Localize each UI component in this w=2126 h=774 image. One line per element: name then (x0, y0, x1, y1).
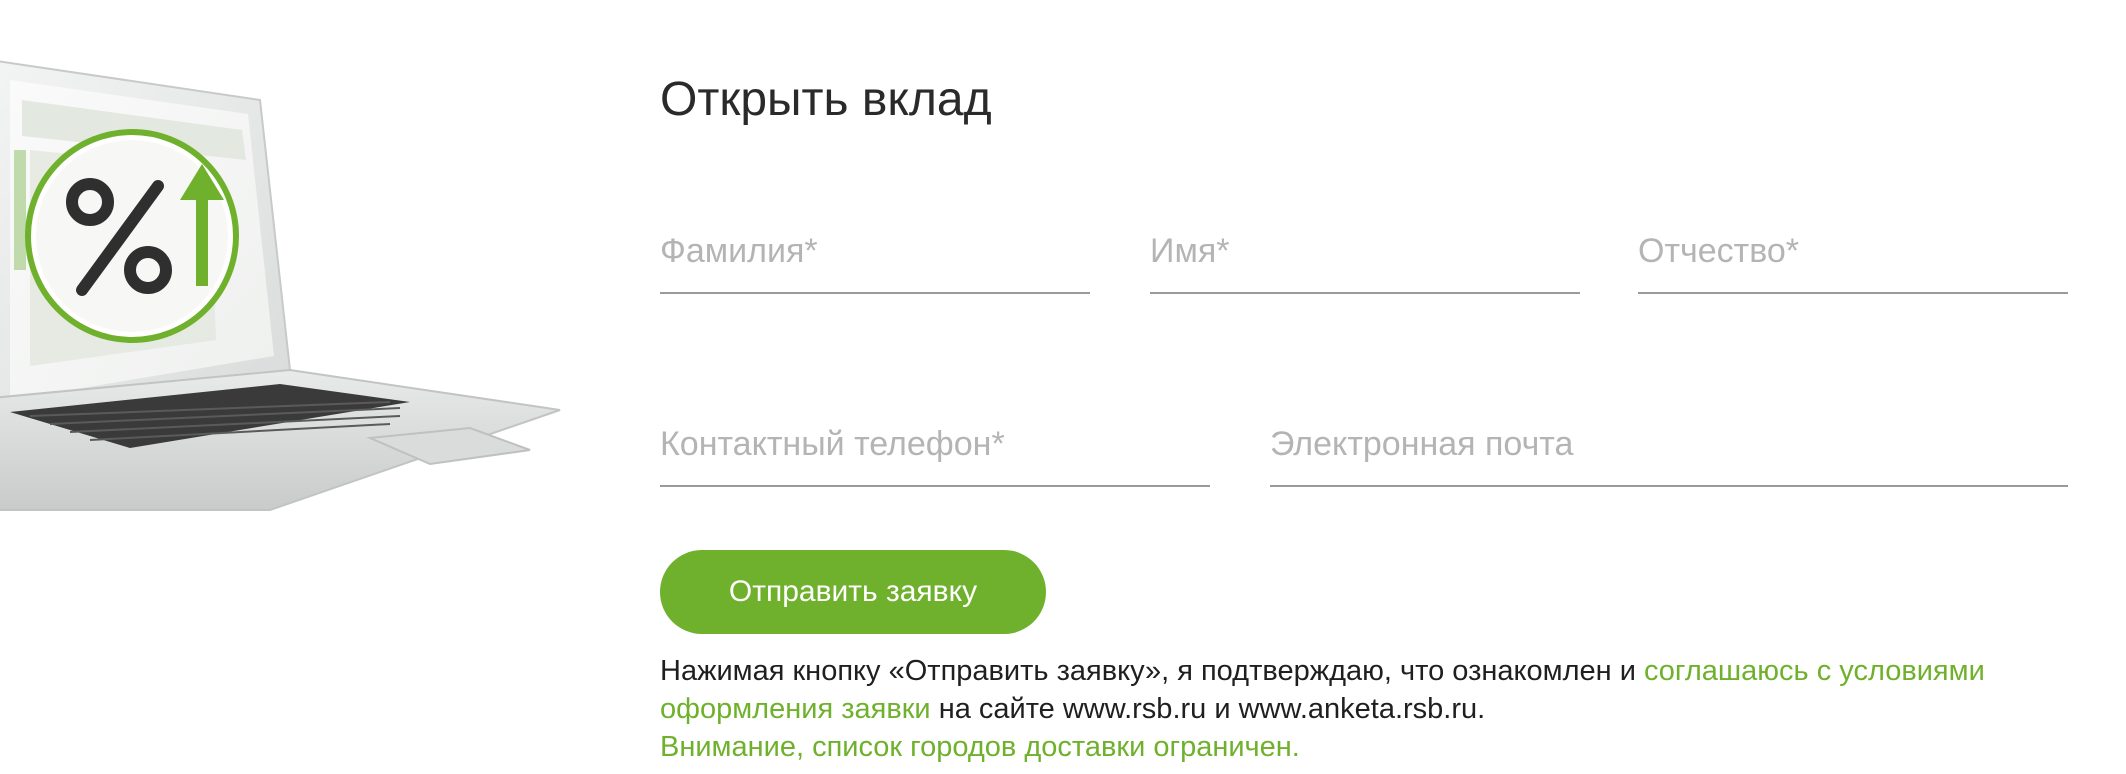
deposit-form: Открыть вклад Отправить заявку Нажимая к… (660, 0, 2080, 774)
page-title: Открыть вклад (660, 73, 992, 126)
email-input[interactable] (1270, 405, 2068, 483)
consent-text: Нажимая кнопку «Отправить заявку», я под… (660, 652, 2080, 766)
consent-text-after: на сайте www.rsb.ru и www.anketa.rsb.ru. (930, 693, 1486, 725)
firstname-input[interactable] (1150, 212, 1580, 290)
firstname-field-wrapper (1150, 212, 1580, 294)
submit-application-button[interactable]: Отправить заявку (660, 550, 1046, 634)
phone-input[interactable] (660, 405, 1210, 483)
middlename-field-wrapper (1638, 212, 2068, 294)
phone-field-wrapper (660, 405, 1210, 487)
email-field-wrapper (1270, 405, 2068, 487)
middlename-input[interactable] (1638, 212, 2068, 290)
lastname-field-wrapper (660, 212, 1090, 294)
lastname-input[interactable] (660, 212, 1090, 290)
delivery-notice: Внимание, список городов доставки ограни… (660, 731, 1300, 763)
laptop-illustration (0, 60, 561, 511)
consent-text-before: Нажимая кнопку «Отправить заявку», я под… (660, 655, 1644, 687)
